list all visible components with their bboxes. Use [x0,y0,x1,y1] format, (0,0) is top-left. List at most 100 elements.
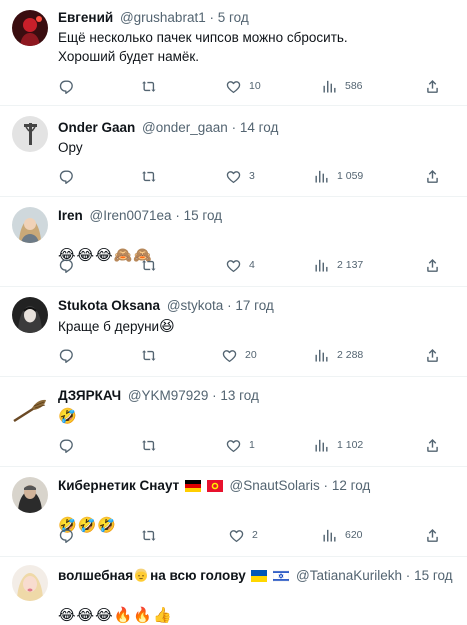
timestamp[interactable]: 17 год [235,298,273,313]
author-handle[interactable]: @SnautSolaris [230,478,320,493]
views-button[interactable]: 620 [321,525,363,545]
reply-button[interactable] [58,525,82,545]
timestamp[interactable]: 12 год [332,478,370,493]
retweet-button[interactable] [141,435,165,455]
reply-button[interactable] [58,345,82,365]
retweet-button[interactable] [141,76,165,96]
timestamp[interactable]: 13 год [220,388,258,403]
emoji-rofl: 🤣 [58,408,77,425]
action-bar: 2 620 [0,525,467,545]
author-name-part[interactable]: на всю голову [150,568,246,583]
tweet-header: Кибернетик Снаут @SnautSolaris · 12 год [58,476,461,496]
share-icon [424,168,441,185]
tweet[interactable]: ДЗЯРКАЧ @YKM97929 · 13 год 🤣 1 1 102 [0,377,467,467]
heart-icon [225,168,242,185]
author-handle[interactable]: @onder_gaan [142,120,228,135]
views-button[interactable]: 586 [321,76,363,96]
views-icon [313,437,330,454]
tweet[interactable]: Кибернетик Снаут @SnautSolaris · 12 год … [0,467,467,557]
avatar[interactable] [12,387,48,423]
author-name[interactable]: ДЗЯРКАЧ [58,388,121,403]
avatar[interactable] [12,116,48,152]
avatar[interactable] [12,477,48,513]
reply-icon [58,257,75,274]
author-handle[interactable]: @stykota [167,298,223,313]
action-bar: 4 2 137 [0,255,467,275]
author-handle[interactable]: @grushabrat1 [120,10,206,25]
like-button[interactable]: 4 [225,255,255,275]
retweet-button[interactable] [141,255,165,275]
share-button[interactable] [424,435,441,455]
avatar[interactable] [12,565,48,601]
retweet-button[interactable] [141,166,165,186]
reply-button[interactable] [58,255,82,275]
avatar[interactable] [12,297,48,333]
author-name[interactable]: Iren [58,208,83,223]
author-name[interactable]: Кибернетик Снаут [58,478,179,493]
tweet[interactable]: Stukota Oksana @stykota · 17 год Краще б… [0,287,467,377]
tweet-text: 😂😂😂🔥🔥👍 [58,587,457,625]
author-name-part[interactable]: волшебная [58,568,133,583]
retweet-button[interactable] [141,525,165,545]
timestamp[interactable]: 15 год [184,208,222,223]
author-name[interactable]: Stukota Oksana [58,298,160,313]
share-button[interactable] [424,255,441,275]
emoji-joy: 😂 [76,607,95,624]
tweet-text-body: Краще б деруни [58,319,160,334]
blond-person-emoji-icon [133,567,149,583]
views-button[interactable]: 1 102 [313,435,363,455]
avatar[interactable] [12,10,48,46]
avatar[interactable] [12,207,48,243]
action-bar: 20 2 288 [0,345,467,365]
like-button[interactable]: 2 [228,525,258,545]
author-name[interactable]: Onder Gaan [58,120,135,135]
action-bar: 1 1 102 [0,435,467,455]
share-icon [424,347,441,364]
share-button[interactable] [424,345,441,365]
timestamp[interactable]: 5 год [218,10,249,25]
views-count: 586 [345,80,363,92]
reply-icon [58,78,75,95]
tweet[interactable]: Евгений @grushabrat1 · 5 год Ещё несколь… [0,0,467,106]
heart-icon [228,527,245,544]
like-button[interactable]: 3 [225,166,255,186]
share-button[interactable] [424,166,441,186]
views-count: 620 [345,529,363,541]
tweet-header: Евгений @grushabrat1 · 5 год [58,8,461,28]
retweet-icon [141,78,158,95]
timestamp[interactable]: 15 год [414,568,452,583]
views-button[interactable]: 2 288 [313,345,363,365]
author-handle[interactable]: @Iren0071ea [90,208,172,223]
share-icon [424,527,441,544]
author-handle[interactable]: @TatianaKurilekh [296,568,402,583]
share-icon [424,78,441,95]
retweet-button[interactable] [141,345,165,365]
heart-icon [221,347,238,364]
share-button[interactable] [424,525,441,545]
views-button[interactable]: 2 137 [313,255,363,275]
tweet[interactable]: волшебная на всю голову @TatianaKurilekh … [0,557,467,624]
like-button[interactable]: 20 [221,345,257,365]
tweet[interactable]: Iren @Iren0071ea · 15 год 😂😂😂🙈🙈 4 2 137 [0,197,467,287]
views-count: 2 288 [337,349,364,361]
tweet-header: ДЗЯРКАЧ @YKM97929 · 13 год [58,386,461,406]
timestamp[interactable]: 14 год [240,120,278,135]
israel-flag-icon [273,570,290,582]
author-name[interactable]: Евгений [58,10,113,25]
retweet-icon [141,347,158,364]
reply-button[interactable] [58,76,82,96]
reply-button[interactable] [58,435,82,455]
like-button[interactable]: 10 [225,76,261,96]
views-button[interactable]: 1 059 [313,166,363,186]
like-button[interactable]: 1 [225,435,255,455]
tweet-text: Краще б деруни😆 [58,317,457,336]
retweet-icon [141,257,158,274]
reply-button[interactable] [58,166,82,186]
reply-icon [58,437,75,454]
author-handle[interactable]: @YKM97929 [128,388,209,403]
like-count: 2 [252,529,258,541]
retweet-icon [141,437,158,454]
tweet[interactable]: Onder Gaan @onder_gaan · 14 год Ору 3 1 … [0,106,467,197]
share-button[interactable] [424,76,441,96]
separator-dot: · [231,120,237,135]
